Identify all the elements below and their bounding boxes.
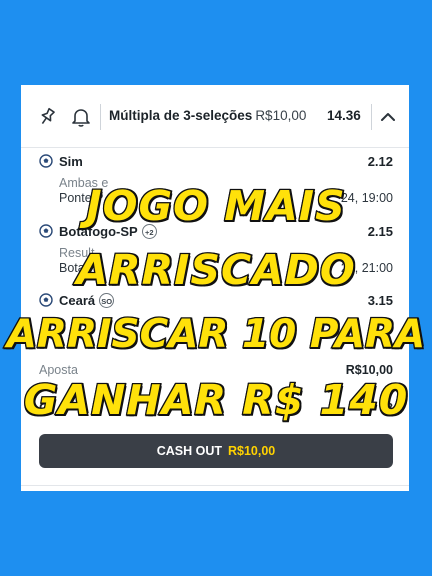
header-divider bbox=[100, 104, 101, 130]
football-icon bbox=[39, 293, 53, 307]
football-icon bbox=[39, 154, 53, 168]
header-divider-2 bbox=[371, 104, 372, 130]
overlay-line-1: JOGO MAIS bbox=[85, 181, 346, 232]
bet-type-title: Múltipla de 3-seleções R$10,00 bbox=[109, 108, 307, 123]
header-stake: R$10,00 bbox=[255, 108, 307, 123]
cash-out-button[interactable]: CASH OUT R$10,00 bbox=[39, 434, 393, 468]
selection-odds: 3.15 bbox=[367, 293, 393, 308]
stake-label: Aposta bbox=[39, 363, 78, 377]
cash-out-amount: R$10,00 bbox=[228, 444, 276, 458]
selection-pick: Sim bbox=[59, 154, 83, 169]
selection-odds: 2.12 bbox=[367, 154, 393, 169]
overlay-line-3: ARRISCAR 10 PARA bbox=[5, 311, 426, 359]
pin-icon[interactable] bbox=[35, 105, 59, 129]
stake-row: Aposta R$10,00 bbox=[39, 363, 393, 377]
selection-pick: Ceará SO bbox=[59, 293, 115, 308]
so-badge: SO bbox=[99, 293, 115, 308]
total-odds: 14.36 bbox=[327, 108, 361, 123]
overlay-line-4: GANHAR R$ 140 bbox=[22, 375, 409, 426]
chevron-up-icon[interactable] bbox=[376, 105, 400, 129]
overlay-line-2: ARRISCADO bbox=[75, 245, 356, 296]
divider bbox=[21, 485, 409, 486]
bet-slip-header: Múltipla de 3-seleções R$10,00 14.36 bbox=[21, 85, 409, 148]
stake-value: R$10,00 bbox=[345, 363, 393, 377]
cash-out-label: CASH OUT bbox=[156, 444, 222, 458]
bell-icon[interactable] bbox=[69, 105, 93, 129]
